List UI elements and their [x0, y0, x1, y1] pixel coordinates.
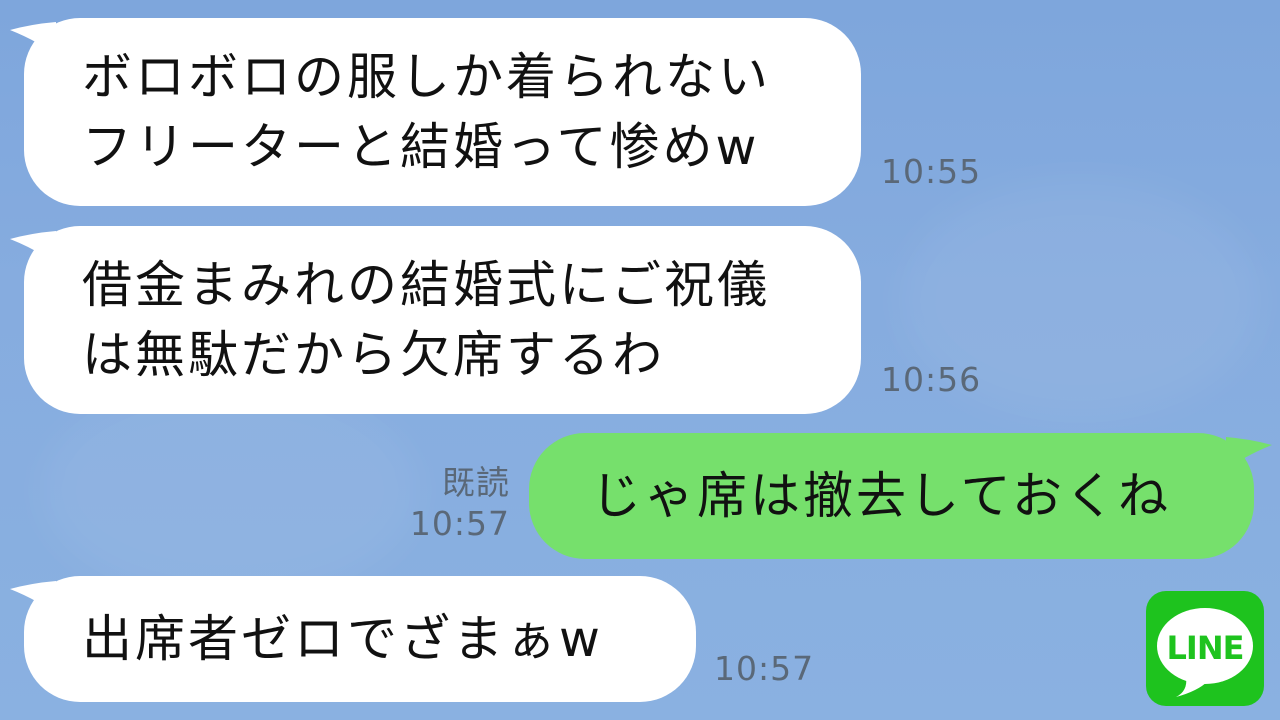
message-line: ボロボロの服しか着られない	[82, 48, 771, 106]
message-timestamp: 10:56	[881, 360, 982, 399]
message-line: フリーターと結婚って惨めw	[82, 118, 760, 176]
line-logo-text: LINE	[1167, 629, 1244, 667]
message-line: じゃ席は撤去しておくね	[591, 467, 1171, 525]
message-bubble-incoming[interactable]: 借金まみれの結婚式にご祝儀 は無駄だから欠席するわ	[24, 226, 861, 414]
message-timestamp: 10:57	[409, 504, 510, 543]
message-timestamp: 10:57	[714, 649, 815, 688]
chat-screen: { "messages": [ { "id": "msg1", "sender"…	[0, 0, 1280, 720]
message-line: 出席者ゼロでざまぁw	[82, 610, 603, 668]
message-bubble-incoming[interactable]: 出席者ゼロでざまぁw	[24, 576, 696, 702]
message-line: は無駄だから欠席するわ	[82, 326, 665, 384]
line-logo-graphic: LINE	[1157, 608, 1253, 697]
bubble-tail	[1226, 437, 1272, 471]
line-logo-icon: LINE	[1146, 591, 1264, 706]
message-bubble-incoming[interactable]: ボロボロの服しか着られない フリーターと結婚って惨めw	[24, 18, 861, 206]
message-line: 借金まみれの結婚式にご祝儀	[82, 256, 770, 314]
message-bubble-outgoing[interactable]: じゃ席は撤去しておくね	[529, 433, 1254, 559]
read-receipt: 既読	[442, 463, 510, 502]
message-timestamp: 10:55	[881, 152, 982, 191]
